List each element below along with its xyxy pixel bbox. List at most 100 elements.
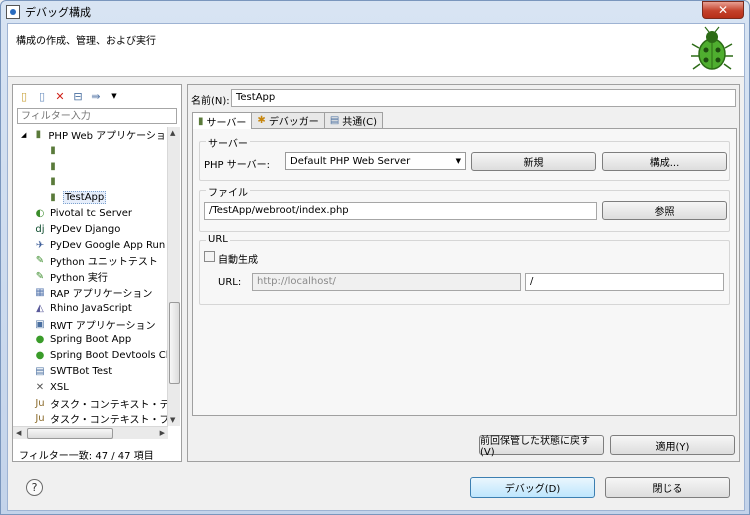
tree-item-label: Spring Boot App (50, 334, 132, 346)
tree-item[interactable]: ✈ PyDev Google App Run (21, 238, 165, 253)
auto-generate-checkbox[interactable] (204, 251, 215, 262)
tab-server[interactable]: ▮ サーバー (192, 112, 253, 129)
php-server-value: Default PHP Web Server (290, 155, 411, 167)
close-window-button[interactable]: ✕ (702, 1, 744, 19)
launch-type-icon: Ju (35, 397, 45, 409)
tree-item-label: XSL (50, 381, 69, 393)
new-config-icon[interactable]: ▯ (17, 89, 31, 103)
tree-item[interactable]: ▮ (47, 159, 63, 174)
php-server-select[interactable]: Default PHP Web Server ▼ (285, 152, 466, 170)
tree-item-label: RWT アプリケーション (50, 320, 156, 332)
configure-server-button[interactable]: 構成... (602, 152, 727, 171)
launch-type-icon: ✈ (35, 239, 45, 251)
tree-item[interactable]: ▮ (47, 143, 63, 158)
tree-item-label: Python 実行 (50, 273, 108, 285)
vertical-scroll-thumb[interactable] (169, 302, 180, 384)
tree-item-label: Spring Boot Devtools Client (50, 350, 169, 362)
tree-item[interactable]: ◭ Rhino JavaScript (21, 301, 132, 316)
collapse-all-icon[interactable]: ⊟ (71, 89, 85, 103)
tree-item[interactable]: ▤ SWTBot Test (21, 364, 112, 379)
launch-type-icon: ◐ (35, 208, 45, 219)
view-menu-icon[interactable]: ▼ (107, 89, 121, 103)
horizontal-scroll-thumb[interactable] (27, 428, 113, 439)
configuration-list-panel: ▯ ▯ ✕ ⊟ ⇛ ▼ ◢ ▮ PHP Web アプリケーション ▮ ▮ ▮ ▮ TestAp… (12, 84, 182, 462)
tree-item[interactable]: ▮ (47, 174, 63, 189)
url-label: URL: (218, 277, 242, 288)
scroll-down-icon[interactable]: ▼ (170, 416, 175, 424)
title-bar: デバッグ構成 ✕ (1, 1, 749, 23)
launch-type-icon: ◭ (36, 302, 44, 314)
new-server-button[interactable]: 新規 (471, 152, 596, 171)
delete-config-icon[interactable]: ✕ (53, 89, 67, 103)
tree-item[interactable]: ✎ Python ユニットテスト (21, 253, 158, 268)
filter-input[interactable] (17, 108, 177, 124)
tree-item[interactable]: ◢ ▮ PHP Web アプリケーション (21, 127, 169, 142)
launch-type-icon: ▮ (35, 129, 42, 140)
close-button[interactable]: 閉じる (605, 477, 730, 498)
debug-button[interactable]: デバッグ(D) (470, 477, 595, 498)
tree-item[interactable]: ▦ RAP アプリケーション (21, 285, 152, 300)
launch-type-icon: ✕ (35, 381, 45, 393)
tree-item-label: PyDev Django (50, 223, 121, 235)
tab-debugger[interactable]: ✱ デバッガー (251, 112, 325, 128)
debugger-tab-icon: ✱ (257, 115, 266, 126)
revert-button[interactable]: 前回保管した状態に戻す(V) (479, 435, 604, 458)
tree-item[interactable]: ● Spring Boot Devtools Client (21, 348, 169, 363)
duplicate-config-icon[interactable]: ▯ (35, 89, 49, 103)
tree-item[interactable]: ◐ Pivotal tc Server (21, 206, 132, 221)
launch-type-icon: Ju (35, 413, 45, 425)
tree-item[interactable]: ▮ TestApp (47, 190, 107, 205)
tree-item[interactable]: ▣ RWT アプリケーション (21, 317, 156, 332)
tree-item[interactable]: Ju タスク・コンテキスト・プラ (21, 411, 169, 426)
browse-file-button[interactable]: 参照 (602, 201, 727, 220)
url-group: URL 自動生成 URL: http://localhost/ / (199, 234, 730, 305)
launch-type-icon: ✎ (35, 255, 45, 267)
expand-toggle-icon[interactable]: ◢ (21, 131, 26, 139)
file-group-title: ファイル (206, 184, 250, 199)
apply-button[interactable]: 適用(Y) (610, 435, 735, 455)
server-tab-icon: ▮ (198, 115, 204, 127)
file-group: ファイル /TestApp/webroot/index.php 参照 (199, 184, 730, 232)
tree-item[interactable]: Ju タスク・コンテキスト・テスト (21, 396, 169, 411)
common-tab-icon: ▤ (329, 115, 340, 126)
url-path-field[interactable]: / (525, 273, 724, 291)
dialog-window: デバッグ構成 ✕ 構成の作成、管理、および実行 ▯ ▯ ✕ ⊟ ⇛ ▼ フィルタ… (0, 0, 750, 515)
file-path-field[interactable]: /TestApp/webroot/index.php (204, 202, 597, 220)
config-tabs: ▮ サーバー ✱ デバッガー ▤ 共通(C) (192, 112, 384, 129)
tree-item-label: Pivotal tc Server (50, 208, 133, 219)
launch-type-icon: ▦ (35, 287, 45, 298)
tab-server-label: サーバー (206, 117, 247, 129)
configuration-tree: ◢ ▮ PHP Web アプリケーション ▮ ▮ ▮ ▮ TestApp ◐ Pivotal tc… (13, 127, 169, 427)
dropdown-arrow-icon: ▼ (455, 157, 461, 165)
tree-item[interactable]: ✎ Python 実行 (21, 269, 108, 284)
launch-type-icon: ▮ (50, 192, 56, 204)
tree-horizontal-scrollbar[interactable]: ◀ ▶ (13, 426, 168, 439)
scroll-up-icon[interactable]: ▲ (170, 129, 175, 137)
server-group: サーバー PHP サーバー: Default PHP Web Server ▼ … (199, 135, 730, 181)
name-field[interactable]: TestApp (231, 89, 736, 107)
launch-type-icon: ● (35, 350, 45, 362)
tab-common[interactable]: ▤ 共通(C) (323, 112, 384, 128)
launch-type-icon: dj (35, 223, 45, 235)
configuration-detail-panel: 名前(N): TestApp ▮ サーバー ✱ デバッガー ▤ 共通(C) サー… (187, 84, 740, 462)
scroll-right-icon[interactable]: ▶ (160, 429, 165, 437)
left-toolbar: ▯ ▯ ✕ ⊟ ⇛ ▼ (17, 87, 121, 105)
filter-match-count: フィルター一致: 47 / 47 項目 (19, 451, 154, 462)
help-icon[interactable]: ? (26, 479, 43, 496)
dialog-header: 構成の作成、管理、および実行 (8, 24, 744, 77)
auto-generate-label: 自動生成 (218, 255, 258, 266)
tree-item-label: TestApp (63, 191, 107, 205)
launch-type-icon: ▮ (50, 160, 56, 172)
tree-item-label: PyDev Google App Run (50, 239, 166, 251)
header-description: 構成の作成、管理、および実行 (16, 36, 156, 47)
tree-item-label: タスク・コンテキスト・テスト (50, 399, 169, 411)
tree-item[interactable]: ● Spring Boot App (21, 332, 132, 347)
scroll-left-icon[interactable]: ◀ (16, 429, 21, 437)
tree-item[interactable]: ✕ XSL (21, 380, 69, 395)
tree-item-label: Python ユニットテスト (50, 257, 158, 269)
tree-item-label: タスク・コンテキスト・プラ (50, 415, 169, 427)
tree-item[interactable]: dj PyDev Django (21, 222, 120, 237)
tree-item-label: Rhino JavaScript (50, 302, 132, 314)
tree-vertical-scrollbar[interactable]: ▲ ▼ (167, 127, 180, 426)
filter-config-icon[interactable]: ⇛ (89, 89, 103, 103)
